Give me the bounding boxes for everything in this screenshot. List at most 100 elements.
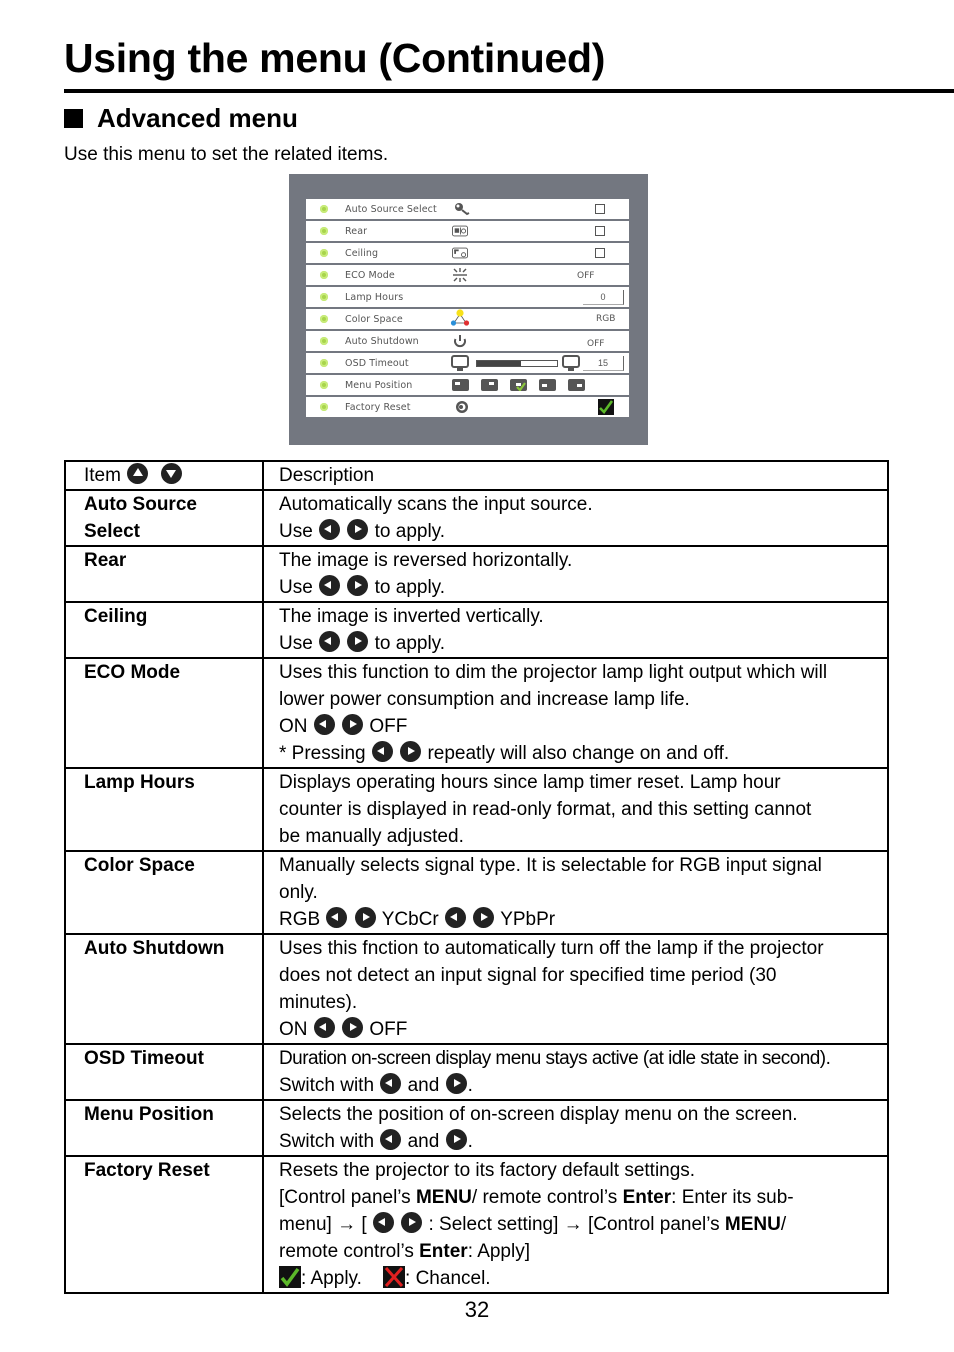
color-triangle-icon: [450, 309, 470, 326]
row-description: Uses this fnction to automatically turn …: [262, 933, 889, 1045]
right-arrow-icon: [445, 1129, 467, 1150]
section-heading: Advanced menu: [64, 105, 298, 131]
row-item: Factory Reset: [64, 1155, 264, 1294]
monitor-large-icon: [562, 355, 580, 371]
osd-row-label: Lamp Hours: [345, 292, 404, 303]
left-arrow-icon: [371, 741, 393, 762]
page-number: 32: [464, 1297, 490, 1322]
osd-row-label: Auto Shutdown: [345, 336, 419, 347]
header-description: Description: [262, 460, 889, 491]
description-line: The image is inverted vertically.: [279, 606, 544, 627]
intro-text: Use this menu to set the related items.: [64, 144, 389, 165]
row-description: Selects the position of on-screen displa…: [262, 1099, 889, 1157]
title-rule: [64, 89, 954, 93]
header-item: Item: [64, 460, 264, 491]
row-description: Displays operating hours since lamp time…: [262, 767, 889, 852]
checkbox: [595, 248, 605, 258]
row-item: Auto Source Select: [64, 489, 264, 547]
osd-row-osd-timeout: OSD Timeout 15: [306, 353, 629, 373]
osd-row-factory-reset: Factory Reset: [306, 397, 629, 417]
osd-row-menu-position: Menu Position: [306, 375, 629, 395]
right-arrow-icon: [473, 907, 495, 928]
description-line: Switch with and .: [279, 1073, 473, 1096]
square-bullet-icon: [64, 108, 83, 128]
description-line: Resets the projector to its factory defa…: [279, 1160, 696, 1181]
table-row: ECO Mode Uses this function to dim the p…: [64, 657, 889, 769]
slider-fill: [477, 361, 521, 366]
osd-timeout-slider: [476, 360, 558, 367]
description-line: : Apply. : Chancel.: [279, 1265, 881, 1292]
search-key-icon: [455, 203, 470, 216]
page-title: Using the menu (Continued): [64, 35, 606, 81]
table-row: OSD Timeout Duration on-screen display m…: [64, 1043, 889, 1101]
osd-row-auto-shutdown: Auto Shutdown OFF: [306, 331, 629, 351]
description-line: Use to apply.: [279, 631, 446, 654]
description-line: Use to apply.: [279, 519, 446, 542]
description-line: Automatically scans the input source.: [279, 494, 593, 515]
osd-menu-screenshot: Auto Source Select Rear Ceiling ECO Mode…: [289, 174, 648, 445]
left-arrow-icon: [326, 907, 348, 928]
bullet-icon: [320, 337, 328, 345]
description-line: ON OFF: [279, 1017, 408, 1040]
left-arrow-icon: [319, 519, 341, 540]
description-line: * Pressing repeatly will also change on …: [279, 741, 730, 764]
power-icon: [454, 335, 466, 348]
bullet-icon: [320, 315, 328, 323]
row-description: Uses this function to dim the projector …: [262, 657, 889, 769]
description-line: Displays operating hours since lamp time…: [279, 772, 781, 793]
description-line: Selects the position of on-screen displa…: [279, 1104, 798, 1125]
description-line: Uses this function to dim the projector …: [279, 662, 828, 683]
table-row: Lamp Hours Displays operating hours sinc…: [64, 767, 889, 852]
row-item: Rear: [64, 545, 264, 603]
left-arrow-icon: [319, 575, 341, 596]
checkbox: [595, 204, 605, 214]
row-description: The image is inverted vertically. Use to…: [262, 601, 889, 659]
description-line: The image is reversed horizontally.: [279, 550, 573, 571]
ceiling-projection-icon: [452, 247, 468, 259]
description-line: Duration on-screen display menu stays ac…: [279, 1048, 831, 1069]
cancel-x-icon: [383, 1266, 406, 1288]
right-arrow-icon: [342, 1017, 364, 1038]
osd-row-label: Rear: [345, 226, 368, 237]
right-arrow-icon: [342, 714, 364, 735]
description-line: menu] → [ : Select setting] → [Control p…: [279, 1212, 787, 1235]
description-line: counter is displayed in read-only format…: [279, 799, 812, 820]
table-row: Auto Shutdown Uses this fnction to autom…: [64, 933, 889, 1045]
right-arrow-icon: [445, 1073, 467, 1094]
row-description: Automatically scans the input source. Us…: [262, 489, 889, 547]
apply-check-icon: [598, 399, 614, 415]
description-line: only.: [279, 882, 318, 903]
osd-row-auto-source-select: Auto Source Select: [306, 199, 629, 219]
apply-check-icon: [279, 1266, 301, 1288]
description-line: be manually adjusted.: [279, 826, 464, 847]
left-arrow-icon: [380, 1129, 402, 1150]
lamp-hours-value: 0: [583, 290, 624, 305]
row-item: Color Space: [64, 850, 264, 935]
menu-position-top-right-icon: [481, 379, 498, 391]
left-arrow-icon: [380, 1073, 402, 1094]
table-row: Color Space Manually selects signal type…: [64, 850, 889, 935]
auto-shutdown-value: OFF: [587, 339, 605, 349]
reset-icon: [456, 401, 468, 413]
osd-row-label: OSD Timeout: [345, 358, 409, 369]
header-item-label: Item: [84, 465, 121, 486]
row-description: The image is reversed horizontally. Use …: [262, 545, 889, 603]
bullet-icon: [320, 381, 328, 389]
row-item: ECO Mode: [64, 657, 264, 769]
description-line: [Control panel’s MENU/ remote control’s …: [279, 1187, 794, 1208]
osd-row-label: Ceiling: [345, 248, 379, 259]
section-heading-text: Advanced menu: [97, 103, 298, 133]
osd-row-label: Color Space: [345, 314, 403, 325]
osd-row-eco-mode: ECO Mode OFF: [306, 265, 629, 285]
description-line: ON OFF: [279, 714, 408, 737]
osd-row-lamp-hours: Lamp Hours 0: [306, 287, 629, 307]
bullet-icon: [320, 249, 328, 257]
bullet-icon: [320, 205, 328, 213]
color-space-value: RGB: [596, 314, 616, 324]
table-row: Rear The image is reversed horizontally.…: [64, 545, 889, 603]
right-arrow-icon: [347, 631, 369, 652]
description-line: RGB YCbCr YPbPr: [279, 907, 556, 930]
description-line: Uses this fnction to automatically turn …: [279, 938, 824, 959]
left-arrow-icon: [372, 1212, 394, 1233]
left-arrow-icon: [313, 714, 335, 735]
